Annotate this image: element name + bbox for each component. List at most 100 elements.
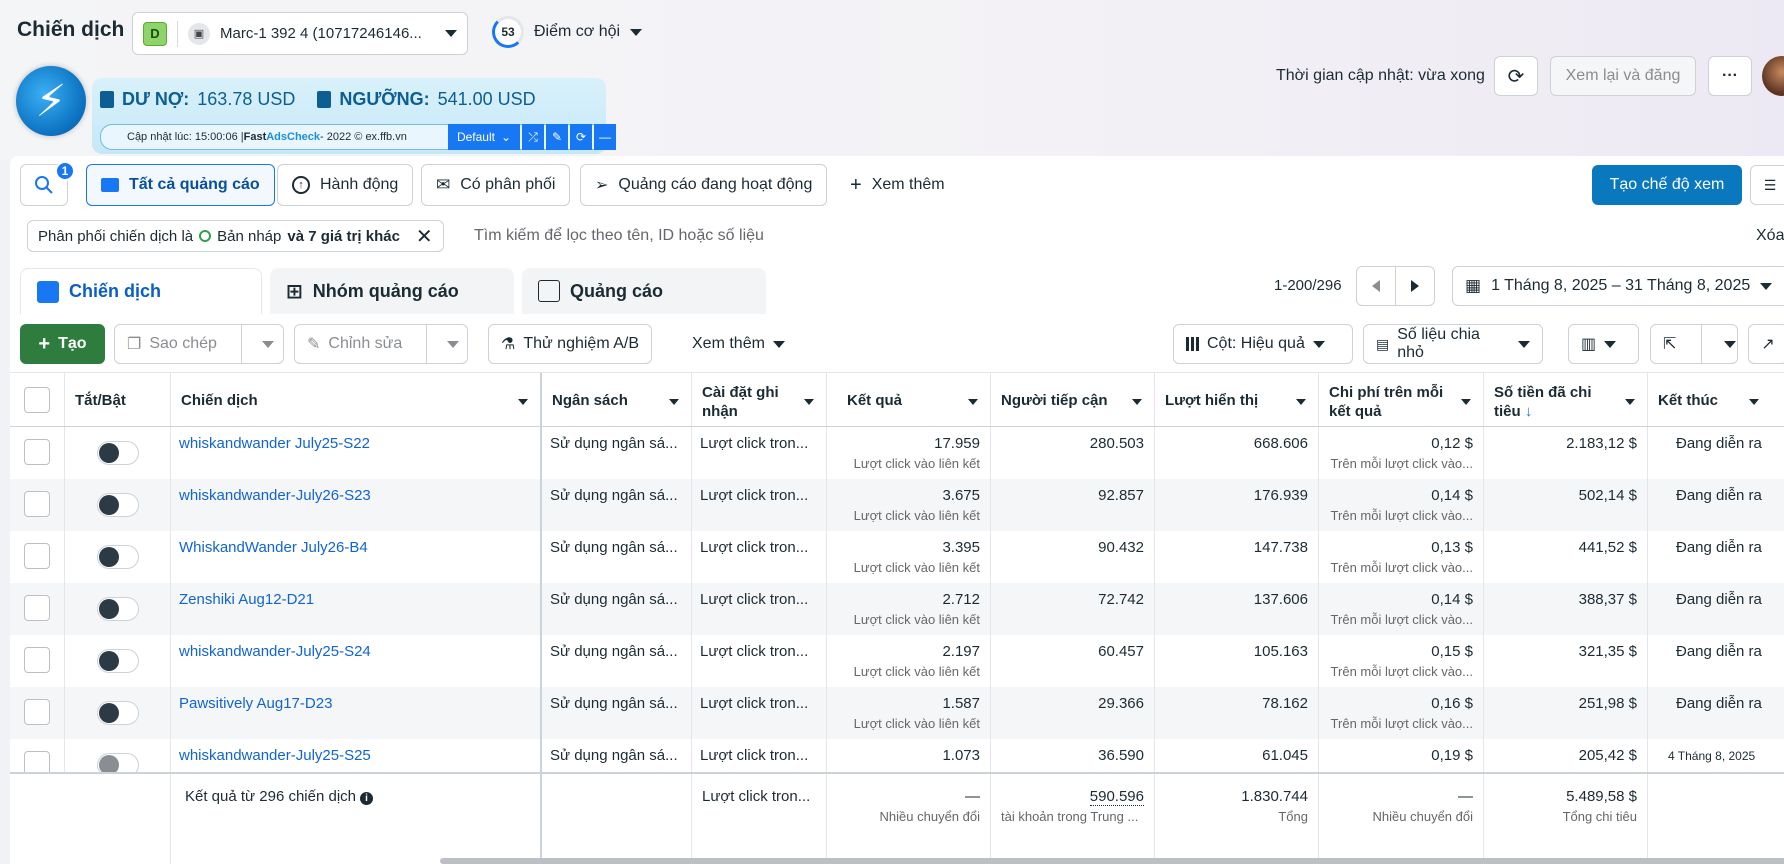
filter-activity[interactable]: ↑ Hành động [277, 164, 414, 206]
table-row[interactable]: WhiskandWander July26-B4 Sử dụng ngân sá… [10, 531, 1784, 583]
campaign-toggle[interactable] [97, 441, 139, 465]
columns-button[interactable]: Cột: Hiệu quả [1173, 324, 1353, 364]
toolbar-see-more[interactable]: Xem thêm [680, 324, 797, 364]
tab-ad-sets[interactable]: ⊞ Nhóm quảng cáo [270, 268, 514, 314]
campaign-toggle[interactable] [97, 753, 139, 774]
summary-cpr-sub: Nhiều chuyển đổi [1372, 809, 1473, 824]
chip-more: và 7 giá trị khác [287, 227, 400, 245]
ab-test-button[interactable]: ⚗ Thử nghiệm A/B [488, 324, 652, 364]
next-page-button[interactable] [1395, 266, 1435, 306]
filter-chip[interactable]: Phân phối chiến dịch là Bản nháp và 7 gi… [27, 220, 444, 252]
campaign-toggle[interactable] [97, 701, 139, 725]
row-checkbox[interactable] [24, 595, 50, 621]
select-all-checkbox[interactable] [24, 387, 50, 413]
header-results[interactable]: Kết quả [827, 373, 991, 426]
profile-select[interactable]: Default ⌄ [448, 124, 520, 150]
row-checkbox[interactable] [24, 491, 50, 517]
results-sub: Lượt click vào liên kết [853, 612, 980, 627]
account-selector[interactable]: D ▣ Marc-1 392 4 (10717246146... [132, 12, 468, 55]
campaign-name-link[interactable]: whiskandwander-July25-S24 [171, 635, 542, 687]
campaign-name-link[interactable]: whiskandwander July25-S22 [171, 427, 542, 479]
horizontal-scrollbar[interactable] [440, 858, 1784, 864]
header-reach[interactable]: Người tiếp cận [991, 373, 1155, 426]
export-split-button[interactable]: ⇱ [1650, 324, 1738, 364]
table-row[interactable]: Zenshiki Aug12-D21 Sử dụng ngân sá... Lư… [10, 583, 1784, 635]
header-impressions[interactable]: Lượt hiển thị [1155, 373, 1319, 426]
campaign-name-link[interactable]: whiskandwander-July26-S23 [171, 479, 542, 531]
debt-label: DƯ NỢ: [122, 89, 190, 109]
refresh-button[interactable]: ⟳ [1494, 56, 1538, 96]
chart-button[interactable]: ↗ [1748, 324, 1784, 364]
header-attribution[interactable]: Cài đặt ghi nhận [692, 373, 827, 426]
create-view-button[interactable]: Tạo chế độ xem [1592, 165, 1742, 205]
chevron-down-icon [1312, 340, 1325, 348]
edit-split-button[interactable]: ✎ Chỉnh sửa [294, 324, 468, 364]
date-range-picker[interactable]: ▦ 1 Tháng 8, 2025 – 31 Tháng 8, 2025 [1452, 266, 1784, 306]
chevron-down-icon[interactable] [262, 340, 275, 348]
campaign-toggle[interactable] [97, 545, 139, 569]
minimize-button[interactable]: — [594, 124, 616, 150]
campaign-toggle[interactable] [97, 597, 139, 621]
more-button[interactable]: ··· [1708, 56, 1752, 96]
table-row[interactable]: whiskandwander-July25-S24 Sử dụng ngân s… [10, 635, 1784, 687]
campaign-name-link[interactable]: WhiskandWander July26-B4 [171, 531, 542, 583]
row-toggle-cell [65, 635, 171, 687]
info-icon[interactable]: i [360, 792, 373, 805]
opportunity-score[interactable]: 53 Điểm cơ hội [492, 16, 643, 48]
filter-active-ads[interactable]: ➢ Quảng cáo đang hoạt động [580, 164, 828, 206]
divider [177, 20, 178, 47]
table-row[interactable]: whiskandwander-July25-S25 Sử dụng ngân s… [10, 739, 1784, 774]
folder-icon [101, 178, 119, 192]
budget-cell: Sử dụng ngân sá... [542, 427, 692, 479]
shuffle-button[interactable]: ⤮ [522, 124, 544, 150]
campaign-name-link[interactable]: whiskandwander-July25-S25 [171, 739, 542, 774]
header-budget[interactable]: Ngân sách [542, 373, 692, 426]
table-row[interactable]: whiskandwander-July26-S23 Sử dụng ngân s… [10, 479, 1784, 531]
settings-button[interactable]: ☰ [1750, 165, 1784, 205]
row-toggle-cell [65, 739, 171, 774]
search-button[interactable]: 1 [20, 161, 75, 206]
edit-button[interactable]: ✎ [546, 124, 568, 150]
clear-filters-link[interactable]: Xóa [1756, 227, 1784, 245]
reload-button[interactable]: ⟳ [570, 124, 592, 150]
extension-buttons: Default ⌄ ⤮ ✎ ⟳ — [448, 124, 616, 150]
row-checkbox[interactable] [24, 543, 50, 569]
header-campaign[interactable]: Chiến dịch [171, 373, 542, 426]
chevron-down-icon[interactable] [447, 340, 460, 348]
close-icon[interactable]: ✕ [416, 224, 433, 249]
toggle-knob [99, 443, 119, 463]
tab-campaigns[interactable]: Chiến dịch [20, 268, 262, 314]
see-more-filters[interactable]: + Xem thêm [836, 164, 959, 206]
send-icon: ➢ [595, 177, 609, 194]
breakdown-button[interactable]: ▤ Số liệu chia nhỏ [1363, 324, 1543, 364]
filter-all-ads[interactable]: Tất cả quảng cáo [86, 164, 275, 206]
header-cost-per-result[interactable]: Chi phí trên mỗi kết quả [1319, 373, 1484, 426]
chevron-down-icon[interactable] [1724, 340, 1736, 348]
row-checkbox[interactable] [24, 439, 50, 465]
table-header: Tắt/Bật Chiến dịch Ngân sách Cài đặt ghi… [10, 372, 1784, 427]
tab-ads[interactable]: Quảng cáo [522, 268, 766, 314]
campaign-toggle[interactable] [97, 649, 139, 673]
copy-split-button[interactable]: ❐ Sao chép [114, 324, 284, 364]
review-publish-button[interactable]: Xem lại và đăng [1550, 56, 1696, 96]
create-button[interactable]: + Tạo [20, 324, 105, 364]
score-ring: 53 [492, 16, 524, 48]
table-row[interactable]: whiskandwander July25-S22 Sử dụng ngân s… [10, 427, 1784, 479]
header-ends[interactable]: Kết thúc [1648, 373, 1784, 426]
plus-icon: + [850, 173, 862, 196]
campaign-name-link[interactable]: Zenshiki Aug12-D21 [171, 583, 542, 635]
row-checkbox[interactable] [24, 647, 50, 673]
row-checkbox[interactable] [24, 751, 50, 774]
campaign-toggle[interactable] [97, 493, 139, 517]
header-amount-spent[interactable]: Số tiền đã chi tiêu ↓ [1484, 373, 1648, 426]
table-row[interactable]: Pawsitively Aug17-D23 Sử dụng ngân sá...… [10, 687, 1784, 739]
table-summary-row: Kết quả từ 296 chiến dịch i Lượt click tr… [10, 772, 1784, 864]
campaign-name-link[interactable]: Pawsitively Aug17-D23 [171, 687, 542, 739]
filter-search-input[interactable]: Tìm kiếm để lọc theo tên, ID hoặc số liệ… [474, 227, 764, 245]
prev-page-button[interactable] [1356, 266, 1396, 306]
row-checkbox[interactable] [24, 699, 50, 725]
results-cell: 1.587 Lượt click vào liên kết [827, 687, 991, 739]
summary-cpr: — Nhiều chuyển đổi [1319, 774, 1484, 864]
reports-button[interactable]: ▥ [1568, 324, 1639, 364]
filter-has-delivery[interactable]: ✉ Có phân phối [421, 164, 571, 206]
